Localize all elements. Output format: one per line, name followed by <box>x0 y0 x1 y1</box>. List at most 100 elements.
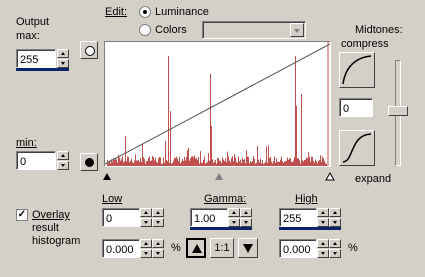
histogram-bar <box>259 162 260 166</box>
output-max-spinner[interactable] <box>57 49 69 68</box>
histogram-bar <box>108 163 109 166</box>
histogram-bar <box>199 163 200 166</box>
histogram-bar <box>317 163 318 166</box>
histogram-bar <box>204 156 205 166</box>
histogram-bar <box>225 158 226 166</box>
histogram-bar <box>183 160 184 166</box>
midtones-slider-thumb[interactable] <box>388 106 408 116</box>
gamma-down-button[interactable] <box>238 238 258 258</box>
histogram-bar <box>112 161 113 166</box>
output-label: Output <box>16 16 50 28</box>
histogram-bar <box>311 156 312 166</box>
histogram-bar <box>216 163 217 166</box>
histogram-bar <box>272 163 273 166</box>
dropdown-arrow-button[interactable] <box>290 23 304 37</box>
histogram-bar <box>201 162 202 166</box>
histogram-bar <box>241 163 242 166</box>
luminance-radio[interactable] <box>139 6 151 18</box>
compress-curve-button[interactable] <box>339 52 375 88</box>
histogram-bar <box>169 162 170 166</box>
histogram-bar <box>143 157 144 166</box>
white-point-button[interactable] <box>80 41 98 59</box>
histogram-panel[interactable] <box>104 41 331 167</box>
high-spinner[interactable] <box>317 208 329 227</box>
low-percent-spinner-2[interactable] <box>152 239 164 258</box>
low-spinner-2[interactable] <box>152 208 164 227</box>
histogram-bar <box>161 163 162 166</box>
high-input[interactable] <box>279 208 317 227</box>
histogram-bar <box>135 154 136 166</box>
low-label: Low <box>102 193 123 205</box>
output-min-label: min: <box>16 137 37 149</box>
low-slider-marker[interactable] <box>103 173 111 180</box>
black-point-button[interactable] <box>80 153 98 171</box>
expand-curve-button[interactable] <box>339 130 375 166</box>
output-min-spinner[interactable] <box>57 151 69 170</box>
histogram-bar <box>296 106 297 166</box>
gamma-spinner-2[interactable] <box>240 208 252 227</box>
histogram-bar <box>123 162 124 166</box>
histogram-bar <box>270 156 271 166</box>
histogram-bar <box>242 157 243 166</box>
up-arrow-icon <box>192 244 202 253</box>
down-arrow-icon <box>243 244 253 253</box>
output-max-label: max: <box>16 30 40 42</box>
low-percent-input[interactable] <box>102 239 140 258</box>
histogram-bar <box>127 156 128 166</box>
histogram-bar <box>295 56 296 166</box>
expand-curve-icon <box>342 133 372 163</box>
histogram-bar <box>240 159 241 166</box>
histogram-bar <box>182 159 183 166</box>
histogram-bar <box>279 161 280 166</box>
low-percent-spinner[interactable] <box>140 239 152 258</box>
histogram-bar <box>145 163 146 166</box>
high-percent-unit: % <box>348 242 358 254</box>
overlay-label-line2: result <box>32 222 59 234</box>
gamma-input[interactable] <box>190 208 228 227</box>
histogram-bar <box>126 161 127 166</box>
histogram-bar <box>305 159 306 166</box>
midtones-input[interactable] <box>339 98 373 117</box>
gamma-up-button[interactable] <box>186 238 206 258</box>
histogram-bar <box>124 161 125 166</box>
low-input[interactable] <box>102 208 140 227</box>
histogram-bar <box>318 160 319 166</box>
histogram-bar <box>195 158 196 166</box>
histogram-bar <box>265 161 266 166</box>
output-max-input[interactable] <box>16 49 56 68</box>
output-min-input[interactable] <box>16 151 56 170</box>
histogram-bar <box>159 157 160 166</box>
histogram-bar <box>220 160 221 166</box>
histogram-bar <box>277 162 278 166</box>
histogram-bar <box>310 161 311 166</box>
high-percent-spinner-2[interactable] <box>329 239 341 258</box>
histogram-bar <box>128 156 129 166</box>
histogram-bars <box>107 56 327 166</box>
histogram-bar <box>121 158 122 166</box>
gamma-reset-button[interactable]: 1:1 <box>210 238 234 258</box>
high-percent-input[interactable] <box>279 239 317 258</box>
histogram-bar <box>260 158 261 166</box>
histogram-bar <box>205 163 206 166</box>
histogram-bar <box>172 163 173 166</box>
histogram-bar <box>243 159 244 166</box>
histogram-bar <box>185 160 186 166</box>
histogram-bar <box>164 162 165 166</box>
histogram-bar <box>116 159 117 166</box>
histogram-bar <box>160 157 161 166</box>
colors-dropdown[interactable] <box>202 21 306 39</box>
high-spinner-2[interactable] <box>329 208 341 227</box>
histogram-bar <box>238 156 239 166</box>
gamma-slider-marker[interactable] <box>215 173 223 180</box>
colors-radio[interactable] <box>139 24 151 36</box>
output-max-accent-bar <box>16 68 69 71</box>
overlay-checkbox[interactable]: ✓ <box>16 209 28 221</box>
histogram-bar <box>171 163 172 166</box>
histogram-bar <box>198 156 199 166</box>
histogram-bar <box>151 160 152 166</box>
histogram-bar <box>326 163 327 166</box>
low-spinner[interactable] <box>140 208 152 227</box>
gamma-spinner[interactable] <box>228 208 240 227</box>
high-percent-spinner[interactable] <box>317 239 329 258</box>
colors-label: Colors <box>155 24 187 36</box>
